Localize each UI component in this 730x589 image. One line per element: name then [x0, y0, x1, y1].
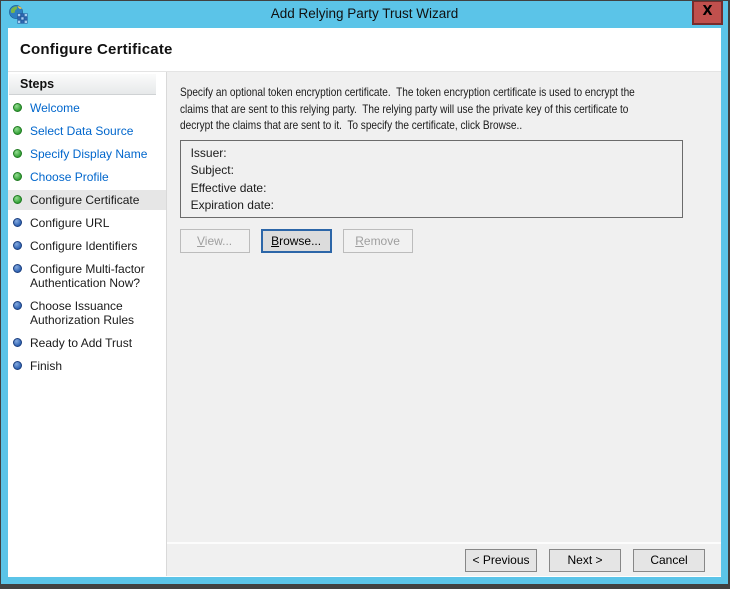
step-configure-identifiers: Configure Identifiers — [8, 236, 166, 256]
steps-sidebar: Steps Welcome Select Data Source Specify… — [8, 72, 166, 576]
page-header: Configure Certificate — [8, 28, 721, 72]
step-pending-icon — [13, 301, 22, 310]
window-frame: Add Relying Party Trust Wizard X Configu… — [0, 0, 730, 589]
window-title: Add Relying Party Trust Wizard — [270, 6, 459, 21]
view-button[interactable]: View... — [179, 228, 250, 253]
dialog-body: Configure Certificate Steps Welcome Sele… — [8, 28, 721, 577]
steps-header: Steps — [9, 74, 156, 95]
wizard-footer: < Previous Next > Cancel — [166, 542, 721, 576]
step-finish: Finish — [8, 356, 166, 376]
step-done-icon — [13, 126, 22, 135]
step-configure-url: Configure URL — [8, 213, 166, 233]
browse-button[interactable]: Browse... — [260, 228, 332, 253]
steps-list: Welcome Select Data Source Specify Displ… — [8, 98, 166, 376]
instruction-text: Specify an optional token encryption cer… — [179, 85, 635, 132]
step-done-icon — [13, 149, 22, 158]
cancel-button[interactable]: Cancel — [633, 548, 705, 572]
step-select-data-source[interactable]: Select Data Source — [8, 121, 166, 141]
next-button[interactable]: Next > — [549, 548, 621, 572]
step-done-icon — [13, 172, 22, 181]
step-pending-icon — [13, 241, 22, 250]
close-icon: X — [702, 4, 713, 19]
titlebar: Add Relying Party Trust Wizard X — [1, 1, 728, 28]
certificate-expiration-date-row: Expiration date: — [190, 198, 274, 213]
close-button[interactable]: X — [692, 1, 723, 25]
certificate-subject-row: Subject: — [190, 163, 234, 178]
step-pending-icon — [13, 338, 22, 347]
previous-button[interactable]: < Previous — [465, 548, 537, 572]
certificate-effective-date-row: Effective date: — [190, 180, 267, 195]
main-panel: Specify an optional token encryption cer… — [165, 72, 721, 576]
step-pending-icon — [13, 218, 22, 227]
step-choose-issuance-rules: Choose Issuance Authorization Rules — [8, 296, 166, 330]
step-specify-display-name[interactable]: Specify Display Name — [8, 144, 166, 164]
remove-button[interactable]: Remove — [342, 228, 413, 253]
step-choose-profile[interactable]: Choose Profile — [8, 167, 166, 187]
step-pending-icon — [13, 264, 22, 273]
step-welcome[interactable]: Welcome — [8, 98, 166, 118]
step-done-icon — [13, 103, 22, 112]
step-pending-icon — [13, 361, 22, 370]
step-current-icon — [13, 195, 22, 204]
step-ready-to-add-trust: Ready to Add Trust — [8, 333, 166, 353]
certificate-issuer-row: Issuer: — [190, 145, 227, 160]
wizard-dialog: Add Relying Party Trust Wizard X Configu… — [1, 1, 728, 584]
step-configure-certificate: Configure Certificate — [8, 190, 166, 210]
certificate-details-box: Issuer: Subject: Effective date: Expirat… — [179, 139, 683, 218]
page-title: Configure Certificate — [20, 41, 173, 58]
step-configure-multi-factor: Configure Multi-factor Authentication No… — [8, 259, 166, 293]
